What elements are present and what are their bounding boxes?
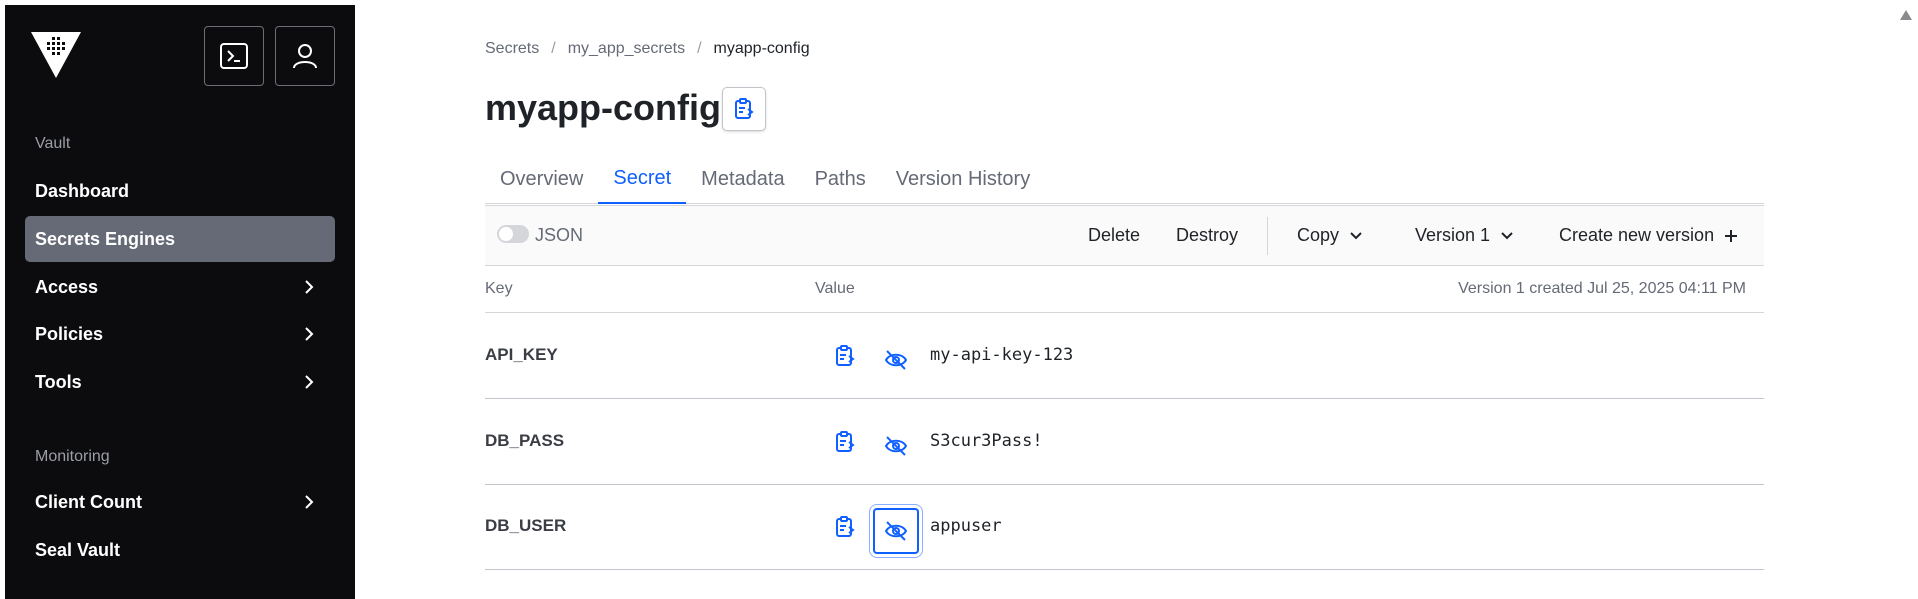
secret-value: S3cur3Pass! <box>930 431 1043 451</box>
sidebar-item-secrets-engines[interactable]: Secrets Engines <box>25 216 335 262</box>
sidebar-item-label: Dashboard <box>35 180 130 201</box>
secret-table-header: Key Value Version 1 created Jul 25, 2025… <box>485 267 1764 313</box>
copy-path-button[interactable] <box>722 87 766 131</box>
sidebar-item-tools[interactable]: Tools <box>25 359 335 405</box>
toggle-visibility-button[interactable] <box>873 337 919 383</box>
chevron-right-icon <box>305 375 314 389</box>
breadcrumb: Secrets / my_app_secrets / myapp-config <box>485 40 810 58</box>
console-button[interactable] <box>204 26 264 86</box>
copy-value-button[interactable] <box>831 513 859 541</box>
sidebar: Vault Dashboard Secrets Engines Access P… <box>5 5 355 599</box>
copy-value-button[interactable] <box>831 342 859 370</box>
table-row: API_KEY my-api-key-123 <box>485 314 1764 399</box>
user-menu-button[interactable] <box>275 26 335 86</box>
sidebar-item-seal-vault[interactable]: Seal Vault <box>25 527 335 573</box>
create-new-version-button[interactable]: Create new version <box>1559 225 1738 246</box>
eye-off-icon <box>884 521 908 541</box>
clipboard-icon <box>836 431 855 452</box>
sidebar-item-label: Tools <box>35 371 82 392</box>
sidebar-item-dashboard[interactable]: Dashboard <box>25 168 335 214</box>
clipboard-icon <box>836 516 855 537</box>
copy-value-button[interactable] <box>831 428 859 456</box>
destroy-button[interactable]: Destroy <box>1176 225 1238 246</box>
scroll-up-arrow-icon[interactable] <box>1900 10 1912 20</box>
clipboard-icon <box>735 98 754 119</box>
version-created-text: Version 1 created Jul 25, 2025 04:11 PM <box>1458 280 1746 297</box>
secret-key: API_KEY <box>485 345 558 364</box>
copy-label: Copy <box>1297 225 1340 245</box>
destroy-label: Destroy <box>1176 225 1239 245</box>
json-toggle-label: JSON <box>535 225 584 245</box>
eye-off-icon <box>884 436 908 456</box>
sidebar-item-access[interactable]: Access <box>25 264 335 310</box>
delete-label: Delete <box>1088 225 1141 245</box>
secret-value: appuser <box>930 516 1002 536</box>
delete-button[interactable]: Delete <box>1088 225 1140 246</box>
json-toggle[interactable] <box>497 225 529 243</box>
chevron-right-icon <box>305 280 314 294</box>
sidebar-item-label: Secrets Engines <box>35 228 176 249</box>
secret-toolbar: JSON Delete Destroy Copy Version 1 Creat… <box>485 205 1764 266</box>
sidebar-heading-vault: Vault <box>35 135 71 152</box>
user-icon <box>293 44 317 69</box>
eye-off-icon <box>884 350 908 370</box>
sidebar-item-policies[interactable]: Policies <box>25 311 335 357</box>
key-column-header: Key <box>485 280 513 297</box>
chevron-down-icon <box>1501 231 1513 239</box>
secret-key: DB_PASS <box>485 431 565 450</box>
secret-value: my-api-key-123 <box>930 345 1074 365</box>
breadcrumb-current: myapp-config <box>713 40 810 57</box>
table-row: DB_USER appuser <box>485 485 1764 570</box>
chevron-right-icon <box>305 495 314 509</box>
clipboard-icon <box>836 345 855 366</box>
sidebar-item-label: Seal Vault <box>35 539 121 560</box>
value-column-header: Value <box>815 280 855 297</box>
sidebar-item-label: Access <box>35 276 99 297</box>
tab-version-history[interactable]: Version History <box>881 155 1046 204</box>
vault-logo-icon[interactable] <box>31 32 81 80</box>
chevron-down-icon <box>1350 231 1362 239</box>
version-dropdown-button[interactable]: Version 1 <box>1415 225 1514 246</box>
sidebar-heading-monitoring: Monitoring <box>35 448 110 465</box>
tab-overview[interactable]: Overview <box>485 155 598 204</box>
page-title: myapp-config <box>485 87 722 128</box>
plus-icon <box>1725 229 1738 242</box>
breadcrumb-link-secrets[interactable]: Secrets <box>485 40 539 58</box>
version-label: Version 1 <box>1415 225 1491 245</box>
tab-metadata[interactable]: Metadata <box>686 155 799 204</box>
copy-dropdown-button[interactable]: Copy <box>1297 225 1363 246</box>
create-label: Create new version <box>1559 225 1715 245</box>
terminal-icon <box>220 43 248 69</box>
breadcrumb-link-engine[interactable]: my_app_secrets <box>568 40 685 58</box>
toggle-visibility-button[interactable] <box>873 423 919 469</box>
breadcrumb-separator: / <box>697 40 702 57</box>
sidebar-item-label: Policies <box>35 323 104 344</box>
toggle-visibility-button[interactable] <box>873 508 919 554</box>
toolbar-divider <box>1267 217 1268 255</box>
table-row: DB_PASS S3cur3Pass! <box>485 400 1764 485</box>
breadcrumb-separator: / <box>551 40 556 57</box>
tab-secret[interactable]: Secret <box>598 155 687 204</box>
sidebar-item-label: Client Count <box>35 491 142 512</box>
main-content: Secrets / my_app_secrets / myapp-config … <box>355 5 1910 599</box>
sidebar-item-client-count[interactable]: Client Count <box>25 479 335 525</box>
chevron-right-icon <box>305 327 314 341</box>
tab-paths[interactable]: Paths <box>800 155 881 204</box>
secret-key: DB_USER <box>485 516 567 535</box>
tab-bar: Overview Secret Metadata Paths Version H… <box>485 155 1764 204</box>
